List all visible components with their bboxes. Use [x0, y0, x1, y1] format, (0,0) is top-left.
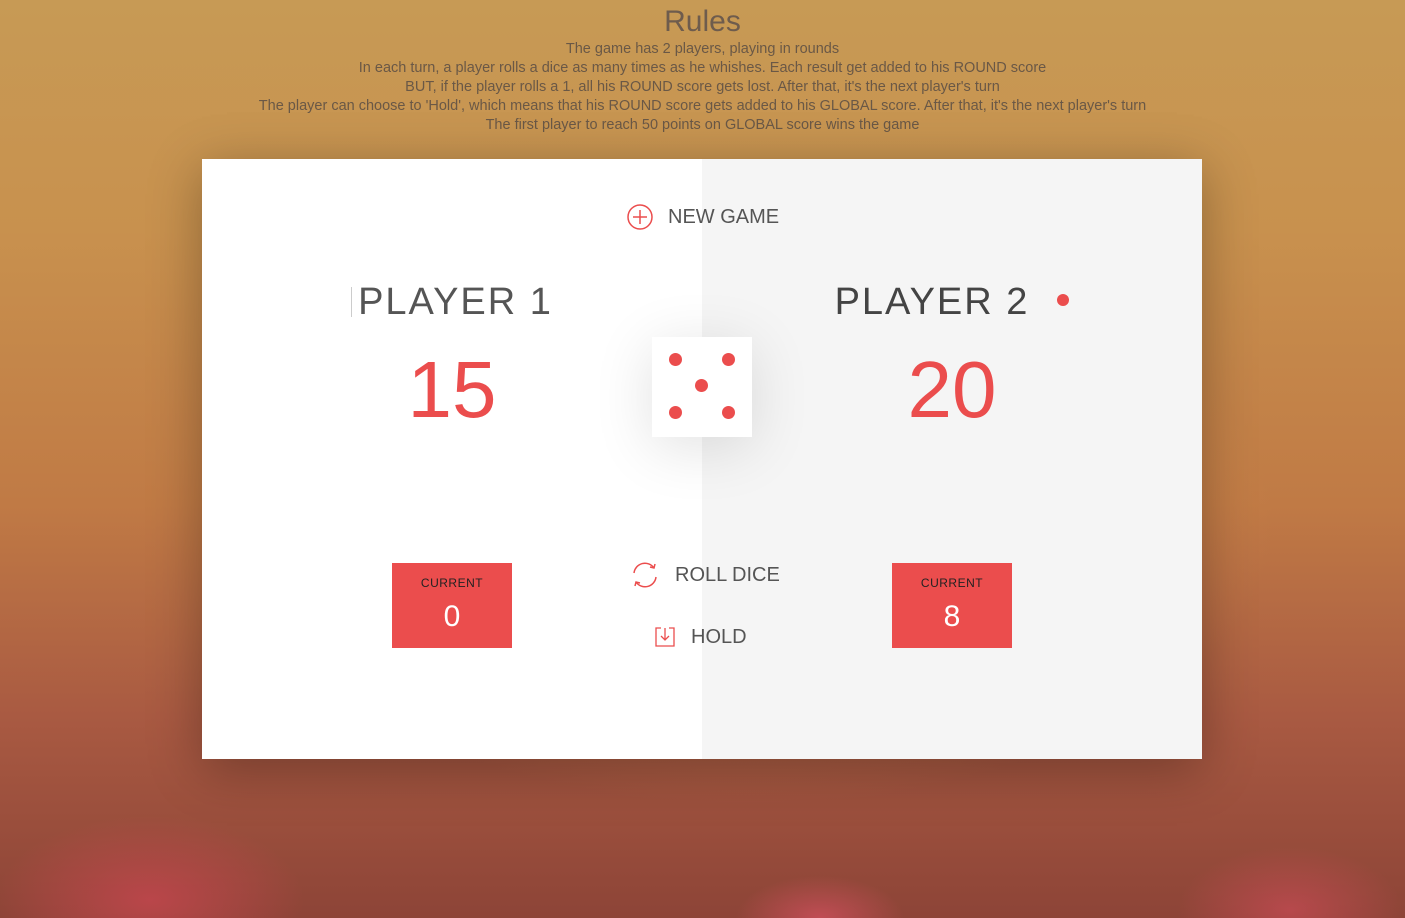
player-2-score: 20 — [907, 345, 997, 434]
rules-line: The first player to reach 50 points on G… — [485, 117, 920, 133]
player-1-name-row: PLAYER 1 — [202, 281, 702, 324]
rules-section: Rules The game has 2 players, playing in… — [0, 4, 1405, 135]
player-1-current-value: 0 — [443, 600, 461, 633]
player-1-current-label: CURRENT — [420, 576, 484, 590]
download-icon — [653, 625, 677, 649]
dice — [652, 337, 752, 437]
hold-button[interactable]: HOLD — [653, 625, 747, 649]
active-player-dot-icon — [1057, 293, 1070, 306]
roll-dice-label: ROLL DICE — [675, 563, 780, 586]
player-1-score: 15 — [407, 345, 497, 434]
rules-line: The game has 2 players, playing in round… — [565, 41, 840, 57]
name-divider — [351, 286, 353, 317]
dice-pip — [669, 353, 682, 366]
player-2-name-row: PLAYER 2 — [702, 281, 1202, 324]
rules-line: The player can choose to 'Hold', which m… — [258, 98, 1147, 114]
new-game-label: NEW GAME — [668, 205, 780, 228]
player-2-panel: PLAYER 2 20 CURRENT 8 — [702, 159, 1202, 759]
player-1-name: PLAYER 1 — [358, 281, 553, 323]
rules-line: BUT, if the player rolls a 1, all his RO… — [405, 79, 1000, 95]
plus-circle-icon — [626, 203, 654, 231]
refresh-icon — [629, 560, 661, 590]
new-game-button[interactable]: NEW GAME — [626, 203, 779, 231]
dice-pip — [695, 379, 708, 392]
player-2-name: PLAYER 2 — [834, 281, 1030, 323]
rules-title: Rules — [664, 5, 741, 38]
player-1-panel: PLAYER 1 15 CURRENT 0 — [202, 159, 702, 759]
dice-pip — [722, 353, 735, 366]
player-1-current-box: CURRENT 0 — [392, 563, 512, 648]
roll-dice-button[interactable]: ROLL DICE — [629, 560, 780, 590]
player-2-current-value: 8 — [943, 600, 961, 633]
game-panel: PLAYER 1 15 CURRENT 0 PLAYER 2 20 CURREN… — [202, 159, 1202, 759]
player-2-current-box: CURRENT 8 — [892, 563, 1012, 648]
rules-line: In each turn, a player rolls a dice as m… — [358, 60, 1047, 76]
dice-pip — [722, 406, 735, 419]
player-2-current-label: CURRENT — [920, 576, 984, 590]
hold-label: HOLD — [691, 625, 747, 648]
dice-pip — [669, 406, 682, 419]
